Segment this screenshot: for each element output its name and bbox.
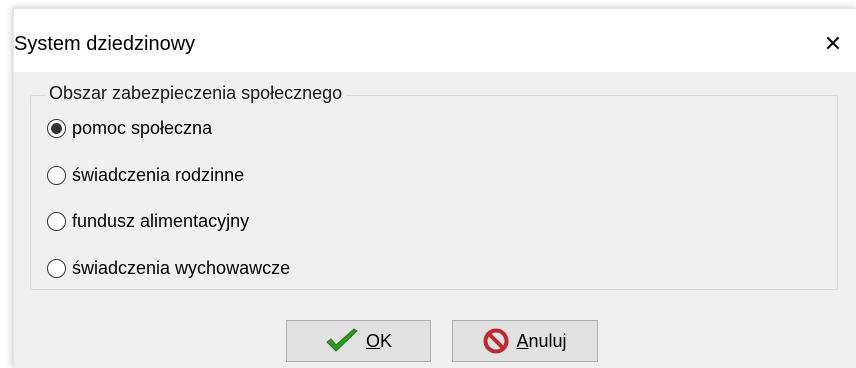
- ok-button-label: OK: [365, 330, 393, 351]
- radio-button-icon[interactable]: [47, 211, 66, 231]
- close-button[interactable]: ✕: [815, 29, 851, 59]
- radio-swiadczenia-wychowawcze[interactable]: świadczenia wychowawcze: [47, 254, 290, 282]
- group-box: Obszar zabezpieczenia społecznego pomoc …: [30, 83, 838, 290]
- radio-button-icon[interactable]: [47, 118, 66, 138]
- title-bar: System dziedzinowy ✕: [14, 9, 856, 72]
- window-title: System dziedzinowy: [14, 33, 196, 55]
- cancel-button-label: Anuluj: [516, 330, 567, 351]
- ok-button[interactable]: OK: [286, 320, 431, 362]
- radio-pomoc-spoleczna[interactable]: pomoc społeczna: [47, 114, 212, 142]
- radio-label: pomoc społeczna: [72, 117, 213, 138]
- dialog-window: System dziedzinowy ✕ Obszar zabezpieczen…: [13, 8, 856, 368]
- radio-swiadczenia-rodzinne[interactable]: świadczenia rodzinne: [47, 161, 244, 189]
- checkmark-icon: [325, 328, 359, 354]
- radio-label: fundusz alimentacyjny: [72, 210, 250, 231]
- radio-label: świadczenia rodzinne: [72, 164, 245, 185]
- radio-button-icon[interactable]: [47, 258, 66, 278]
- no-entry-icon: [483, 328, 509, 354]
- radio-fundusz-alimentacyjny[interactable]: fundusz alimentacyjny: [47, 207, 249, 235]
- close-icon: ✕: [823, 31, 843, 56]
- radio-button-icon[interactable]: [47, 165, 66, 185]
- radio-label: świadczenia wychowawcze: [72, 257, 291, 278]
- cancel-button[interactable]: Anuluj: [452, 320, 598, 362]
- group-legend: Obszar zabezpieczenia społecznego: [45, 83, 347, 104]
